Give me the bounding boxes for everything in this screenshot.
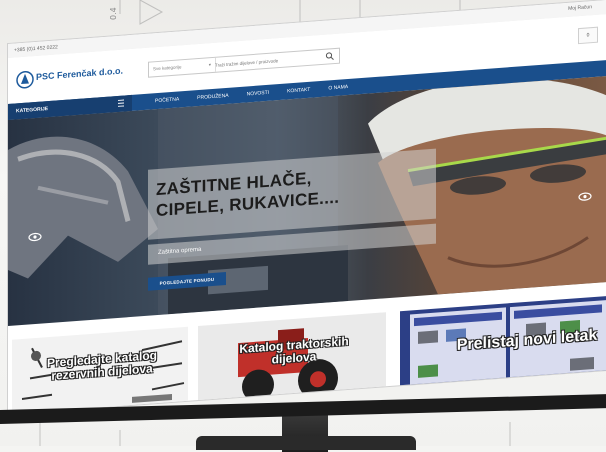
search-icon[interactable] <box>325 51 335 62</box>
search-bar: Sve kategorije ▾ <box>148 47 340 78</box>
eye-icon-left[interactable] <box>28 230 42 245</box>
hero-banner[interactable]: ZAŠTITNE HLAČE, CIPELE, RUKAVICE.... Zaš… <box>8 75 606 326</box>
phone-number: +385 (0)1 452 0222 <box>14 44 58 54</box>
cart-box[interactable]: 0 <box>578 26 598 45</box>
tile-spare-parts-catalog[interactable]: Pregledajte katalog rezervnih dijelova <box>12 326 188 415</box>
tile-tractor-parts-catalog[interactable]: Katalog traktorskih dijelova <box>198 312 386 411</box>
account-link[interactable]: Moj Račun <box>568 4 592 12</box>
category-select[interactable]: Sve kategorije ▾ <box>149 57 216 77</box>
tile-new-leaflet[interactable]: Prelistaj novi letak <box>400 295 606 396</box>
logo-icon <box>16 70 34 89</box>
website-screen: +385 (0)1 452 0222 Moj Račun PSC Ferenča… <box>8 0 606 415</box>
eye-icon-right[interactable] <box>578 189 592 204</box>
menu-icon <box>118 99 124 107</box>
chevron-down-icon: ▾ <box>208 62 211 68</box>
search-input[interactable] <box>215 50 315 72</box>
logo-text[interactable]: PSC Ferenčak d.o.o. <box>36 66 123 82</box>
monitor: +385 (0)1 452 0222 Moj Račun PSC Ferenča… <box>0 0 606 446</box>
